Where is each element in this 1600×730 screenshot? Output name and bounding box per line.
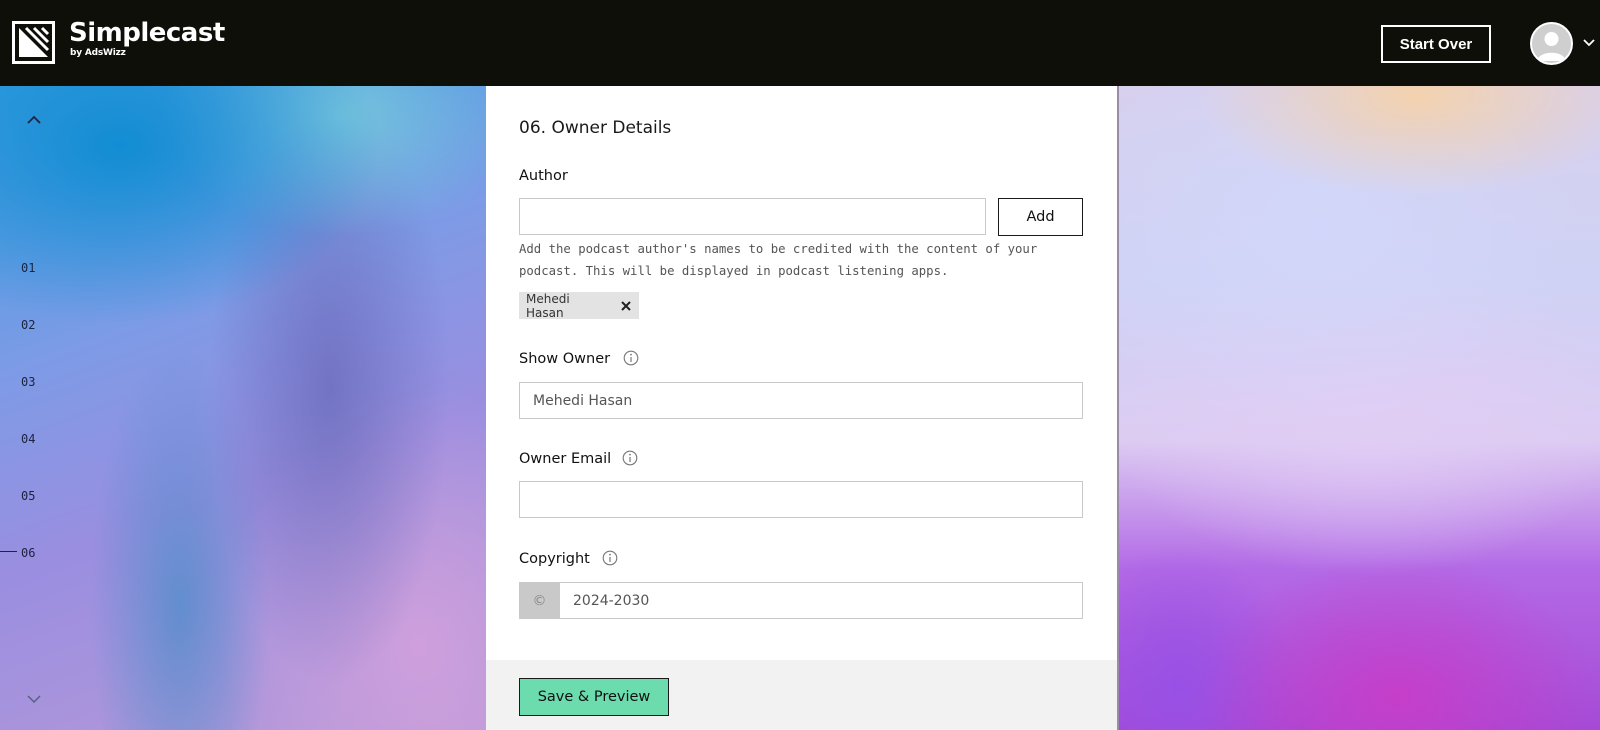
chevron-down-icon[interactable] [1582,36,1596,50]
copyright-label: Copyright [519,551,590,567]
author-tag-label: Mehedi Hasan [526,291,570,320]
user-avatar-icon[interactable] [1530,22,1573,65]
right-gradient-panel [1118,86,1600,730]
top-bar: Simplecast by AdsWizz Start Over [0,0,1600,86]
form-card [486,86,1117,660]
owner-email-label: Owner Email [519,451,612,467]
info-icon[interactable] [622,450,638,466]
save-preview-button[interactable]: Save & Preview [519,678,669,716]
author-input[interactable] [519,198,986,235]
section-title: 06. Owner Details [519,118,672,138]
copyright-symbol-icon: © [519,582,560,619]
step-04[interactable]: 04 [21,432,35,446]
simplecast-logo-icon[interactable] [12,21,55,64]
step-03[interactable]: 03 [21,375,35,389]
show-owner-input[interactable] [519,382,1083,419]
step-01[interactable]: 01 [21,261,35,275]
brand-subtitle: by AdsWizz [70,48,126,58]
remove-tag-icon[interactable] [620,300,632,312]
copyright-input[interactable] [559,582,1083,619]
owner-email-input[interactable] [519,481,1083,518]
active-step-indicator [0,551,17,552]
info-icon[interactable] [623,350,639,366]
author-help-text: Add the podcast author's names to be cre… [519,242,1038,278]
chevron-down-icon[interactable] [25,692,43,706]
step-02[interactable]: 02 [21,318,35,332]
left-gradient-panel [0,86,486,730]
add-author-button[interactable]: Add [998,198,1083,236]
start-over-button[interactable]: Start Over [1381,25,1491,63]
step-05[interactable]: 05 [21,489,35,503]
info-icon[interactable] [602,550,618,566]
panel-divider [1117,86,1119,730]
brand-name[interactable]: Simplecast [69,20,225,46]
show-owner-label: Show Owner [519,351,611,367]
author-label: Author [519,168,568,184]
step-06[interactable]: 06 [21,546,35,560]
author-tag: Mehedi Hasan [519,291,639,320]
chevron-up-icon[interactable] [25,113,43,127]
